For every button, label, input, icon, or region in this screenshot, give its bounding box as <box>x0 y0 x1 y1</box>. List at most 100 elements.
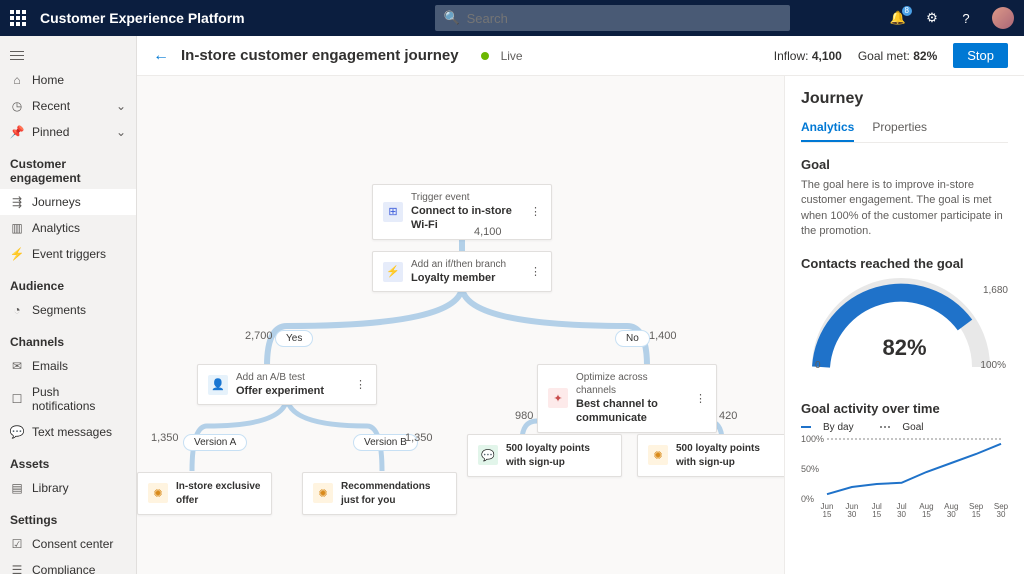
help-icon[interactable]: ? <box>958 10 974 26</box>
goal-heading: Goal <box>801 157 1008 172</box>
nav-label: Compliance <box>32 563 95 574</box>
journey-title: In-store customer engagement journey <box>181 47 459 64</box>
nav-journeys[interactable]: ⇶Journeys <box>0 189 136 215</box>
analytics-icon: ▥ <box>10 221 24 235</box>
stop-button[interactable]: Stop <box>953 43 1008 68</box>
legend-label: Goal <box>902 422 923 433</box>
gauge-heading: Contacts reached the goal <box>801 256 1008 271</box>
node-title: 500 loyalty points with sign-up <box>676 443 760 468</box>
branch-icon: ⚡ <box>383 262 403 282</box>
email-icon: ✉ <box>10 359 24 373</box>
nav-home[interactable]: ⌂Home <box>0 67 136 93</box>
app-launcher-icon[interactable] <box>10 10 26 26</box>
tab-analytics[interactable]: Analytics <box>801 120 854 142</box>
node-loyalty-r[interactable]: ✺ 500 loyalty points with sign-up <box>637 434 784 477</box>
gauge-count: 1,680 <box>983 285 1008 296</box>
node-offer-b[interactable]: ✺ Recommendations just for you <box>302 472 457 515</box>
tab-properties[interactable]: Properties <box>872 120 927 142</box>
chart-legend: By day Goal <box>801 422 1008 433</box>
branch-yes-pill: Yes <box>275 330 313 347</box>
nav-emails[interactable]: ✉Emails <box>0 353 136 379</box>
nav-triggers[interactable]: ⚡ Event triggers <box>0 241 136 267</box>
back-icon[interactable]: ← <box>153 47 169 65</box>
goal-stat: Goal met: 82% <box>858 49 937 63</box>
node-title: Best channel to communicate <box>576 398 658 424</box>
text-icon: 💬 <box>10 425 24 439</box>
node-title: In-store exclusive offer <box>176 481 260 506</box>
node-ab-test[interactable]: 👤 Add an A/B testOffer experiment ⋮ <box>197 364 377 405</box>
activity-heading: Goal activity over time <box>801 401 1008 416</box>
nav-recent[interactable]: ◷Recent⌄ <box>0 93 136 119</box>
nav-analytics[interactable]: ▥ Analytics <box>0 215 136 241</box>
nav-library[interactable]: ▤Library <box>0 475 136 501</box>
section-engagement: Customer engagement <box>0 145 136 189</box>
node-loyalty-l[interactable]: 💬 500 loyalty points with sign-up <box>467 434 622 477</box>
search-icon: 🔍 <box>445 11 459 25</box>
nav-label: Text messages <box>32 425 112 439</box>
gauge-max: 100% <box>980 360 1006 371</box>
goal-description: The goal here is to improve in-store cus… <box>801 178 1008 240</box>
trigger-icon: ⚡ <box>10 247 24 261</box>
count-label: 2,700 <box>245 330 273 342</box>
svg-text:15: 15 <box>872 510 881 519</box>
svg-text:0%: 0% <box>801 494 814 504</box>
more-icon[interactable]: ⋮ <box>347 378 366 391</box>
node-offer-a[interactable]: ✺ In-store exclusive offer <box>137 472 272 515</box>
branch-no-pill: No <box>615 330 650 347</box>
node-optimize[interactable]: ✦ Optimize across channelsBest channel t… <box>537 364 717 433</box>
nav-label: Event triggers <box>32 247 106 261</box>
nav-consent[interactable]: ☑ Consent center <box>0 531 136 557</box>
nav-text[interactable]: 💬 Text messages <box>0 419 136 445</box>
nav-label: Consent center <box>32 537 113 551</box>
count-label: 1,350 <box>405 432 433 444</box>
nav-pinned[interactable]: 📌 Pinned ⌄ <box>0 119 136 145</box>
section-channels: Channels <box>0 323 136 353</box>
compliance-icon: ☰ <box>10 563 24 574</box>
count-label: 980 <box>515 410 533 422</box>
more-icon[interactable]: ⋮ <box>522 205 541 218</box>
settings-icon[interactable]: ⚙ <box>924 10 940 26</box>
pin-icon: 📌 <box>10 125 24 139</box>
offer-icon: ✺ <box>648 445 668 465</box>
status-label: Live <box>501 49 523 63</box>
avatar[interactable] <box>992 7 1014 29</box>
node-title: 500 loyalty points with sign-up <box>506 443 590 468</box>
nav-segments[interactable]: ◔Segments <box>0 297 136 323</box>
wifi-icon: ⊞ <box>383 202 403 222</box>
nav-label: Analytics <box>32 221 80 235</box>
abtest-icon: 👤 <box>208 375 228 395</box>
nav-label: Segments <box>32 303 86 317</box>
optimize-icon: ✦ <box>548 388 568 408</box>
node-trigger[interactable]: ⊞ Trigger eventConnect to in-store Wi-Fi… <box>372 184 552 240</box>
nav-push[interactable]: ☐Push notifications <box>0 379 136 419</box>
journey-canvas[interactable]: ⊞ Trigger eventConnect to in-store Wi-Fi… <box>137 76 784 574</box>
status-dot <box>481 52 489 60</box>
consent-icon: ☑ <box>10 537 24 551</box>
node-title: Recommendations just for you <box>341 481 430 506</box>
top-bar: Customer Experience Platform 🔍 🔔8 ⚙ ? <box>0 0 1024 36</box>
chevron-down-icon: ⌄ <box>116 125 126 139</box>
hamburger-icon[interactable] <box>0 44 136 67</box>
search-box[interactable]: 🔍 <box>435 5 790 31</box>
count-label: 1,400 <box>649 330 677 342</box>
nav-compliance[interactable]: ☰ Compliance <box>0 557 136 574</box>
more-icon[interactable]: ⋮ <box>522 265 541 278</box>
chat-icon: 💬 <box>478 445 498 465</box>
svg-text:30: 30 <box>997 510 1006 519</box>
svg-text:50%: 50% <box>801 464 819 474</box>
node-branch[interactable]: ⚡ Add an if/then branchLoyalty member ⋮ <box>372 251 552 292</box>
details-panel: Journey Analytics Properties Goal The go… <box>784 76 1024 574</box>
count-label: 4,100 <box>474 226 502 238</box>
svg-text:15: 15 <box>922 510 931 519</box>
section-assets: Assets <box>0 445 136 475</box>
nav-label: Pinned <box>32 125 69 139</box>
inflow-stat: Inflow: 4,100 <box>774 49 842 63</box>
count-label: 1,350 <box>151 432 179 444</box>
clock-icon: ◷ <box>10 99 24 113</box>
node-subtitle: Add an A/B test <box>236 371 324 384</box>
search-input[interactable] <box>467 11 780 26</box>
nav-label: Journeys <box>32 195 81 209</box>
library-icon: ▤ <box>10 481 24 495</box>
notifications-icon[interactable]: 🔔8 <box>890 10 906 26</box>
more-icon[interactable]: ⋮ <box>687 392 706 405</box>
